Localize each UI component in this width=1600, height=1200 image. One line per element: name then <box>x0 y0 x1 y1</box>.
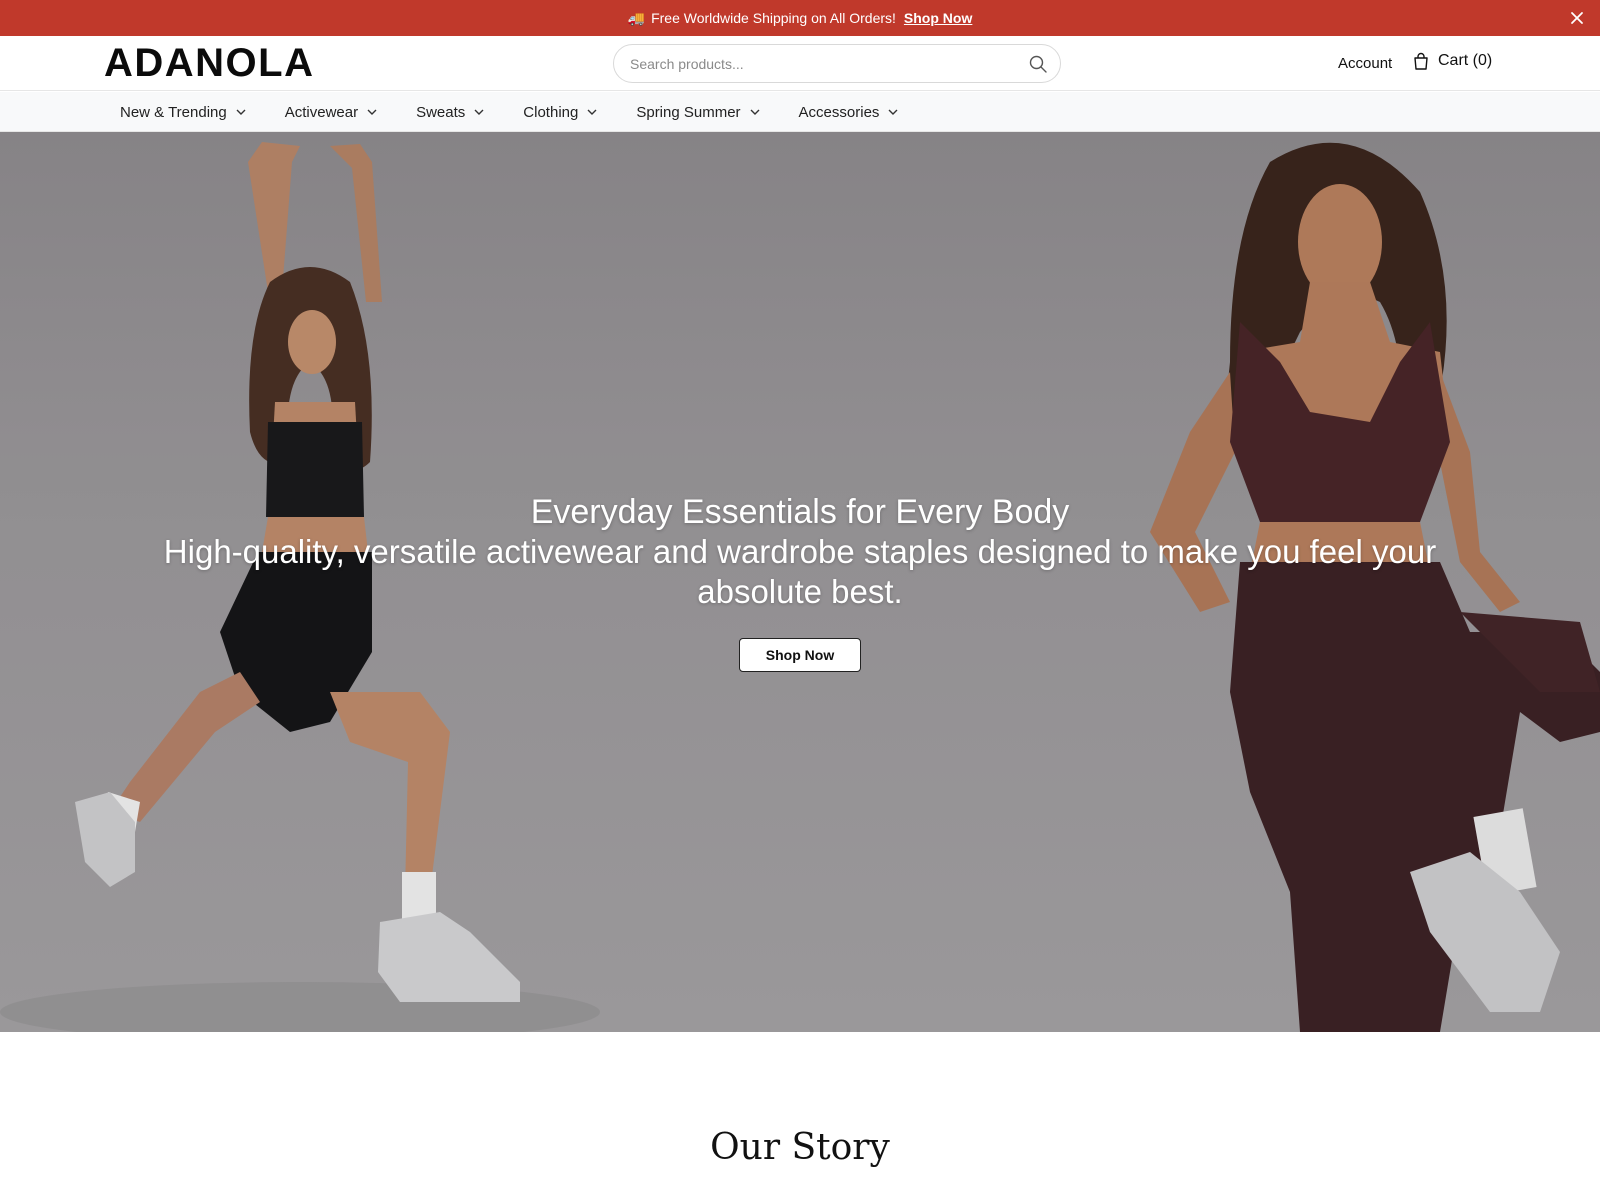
cart-button[interactable]: Cart (0) <box>1412 52 1492 70</box>
search-input[interactable] <box>630 54 1010 74</box>
nav-item-label: Activewear <box>284 103 359 121</box>
brand-logo[interactable]: ADANOLA <box>104 42 314 84</box>
hero-title: Everyday Essentials for Every Body <box>530 493 1070 531</box>
close-icon[interactable] <box>1568 9 1586 27</box>
nav-item-label: Accessories <box>798 103 880 121</box>
truck-icon: 🚚 <box>627 9 646 26</box>
main-navigation: New & Trending Activewear Sweats Clothin… <box>0 92 1600 132</box>
nav-item-clothing[interactable]: Clothing <box>523 104 598 121</box>
nav-item-sweats[interactable]: Sweats <box>416 104 485 121</box>
nav-item-new-trending[interactable]: New & Trending <box>120 104 247 121</box>
chevron-down-icon <box>888 109 898 115</box>
hero-subtitle: High-quality, versatile activewear and w… <box>163 533 1437 610</box>
hero-shop-now-button[interactable]: Shop Now <box>739 638 861 672</box>
search-box[interactable] <box>613 44 1061 83</box>
site-header: ADANOLA Account Cart (0) <box>0 36 1600 91</box>
nav-item-label: Clothing <box>523 103 579 121</box>
nav-item-accessories[interactable]: Accessories <box>799 104 900 121</box>
nav-item-activewear[interactable]: Activewear <box>285 104 378 121</box>
cart-label: Cart (0) <box>1438 52 1493 69</box>
chevron-down-icon <box>587 109 597 115</box>
announcement-shop-now-link[interactable]: Shop Now <box>904 10 972 26</box>
hero-banner: Everyday Essentials for Every Body High-… <box>0 132 1600 1032</box>
nav-item-label: Sweats <box>416 103 466 121</box>
nav-item-label: Spring Summer <box>636 103 741 121</box>
chevron-down-icon <box>236 109 246 115</box>
announcement-bar: 🚚 Free Worldwide Shipping on All Orders!… <box>0 0 1600 36</box>
nav-item-spring-summer[interactable]: Spring Summer <box>636 104 760 121</box>
search-icon[interactable] <box>1028 54 1048 74</box>
chevron-down-icon <box>750 109 760 115</box>
chevron-down-icon <box>474 109 484 115</box>
our-story-heading: Our Story <box>710 1127 890 1168</box>
account-link[interactable]: Account <box>1338 55 1392 72</box>
shopping-bag-icon <box>1414 52 1428 70</box>
chevron-down-icon <box>367 109 377 115</box>
nav-item-label: New & Trending <box>120 103 227 121</box>
announcement-message: Free Worldwide Shipping on All Orders! <box>651 10 896 26</box>
